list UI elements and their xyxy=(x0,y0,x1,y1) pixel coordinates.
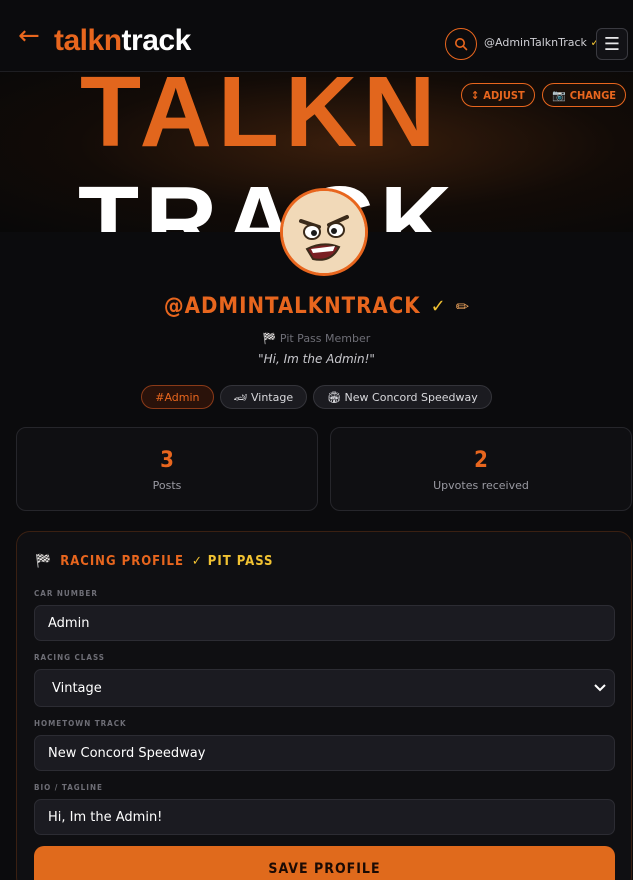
brand-part-2: track xyxy=(121,24,192,57)
stat-label: Posts xyxy=(152,479,182,492)
avatar[interactable] xyxy=(280,188,368,276)
brand-part-1: talkn xyxy=(54,24,122,57)
profile-tags: #Admin 🏎 Vintage 🏟 New Concord Speedway xyxy=(0,385,633,409)
username: @AdminTalknTrack xyxy=(484,36,587,49)
racing-class-select[interactable]: Vintage xyxy=(34,669,615,707)
racing-class-label: RACING CLASS xyxy=(34,653,105,662)
stat-posts: 3 Posts xyxy=(16,427,318,511)
checkered-flag-icon: 🏁 xyxy=(35,554,53,569)
profile-handle-row: @ADMINTALKNTRACK ✓ ✏ xyxy=(0,294,633,319)
hometown-track-input[interactable]: New Concord Speedway xyxy=(34,735,615,771)
camera-icon: 📷 xyxy=(552,88,566,102)
change-banner-button[interactable]: 📷 CHANGE xyxy=(542,83,627,107)
bio-value: Hi, Im the Admin! xyxy=(48,809,163,825)
profile-handle: @ADMINTALKNTRACK xyxy=(163,294,421,319)
bio-input[interactable]: Hi, Im the Admin! xyxy=(34,799,615,835)
tag-admin[interactable]: #Admin xyxy=(141,385,214,409)
menu-button[interactable]: ☰ xyxy=(596,28,628,60)
stat-value: 2 xyxy=(474,448,488,473)
hometown-track-label: HOMETOWN TRACK xyxy=(34,719,127,728)
racing-class-value: Vintage xyxy=(52,680,102,696)
avatar-face-icon xyxy=(283,191,365,273)
back-arrow-icon[interactable]: ← xyxy=(18,23,40,49)
stat-label: Upvotes received xyxy=(433,479,529,492)
member-status: 🏁 Pit Pass Member xyxy=(0,332,633,345)
racing-profile-title: 🏁 RACING PROFILE ✓ PIT PASS xyxy=(35,554,273,569)
car-number-input[interactable]: Admin xyxy=(34,605,615,641)
banner-text-bottom: TRACK xyxy=(78,166,458,232)
stat-upvotes: 2 Upvotes received xyxy=(330,427,632,511)
user-chip[interactable]: @AdminTalknTrack ✓ xyxy=(484,36,600,49)
save-profile-button[interactable]: SAVE PROFILE xyxy=(34,846,615,880)
pit-pass-badge: ✓ PIT PASS xyxy=(191,554,274,569)
adjust-icon: ↕ xyxy=(471,88,480,102)
verified-icon: ✓ xyxy=(430,296,446,317)
car-number-value: Admin xyxy=(48,615,90,631)
tag-vintage[interactable]: 🏎 Vintage xyxy=(219,385,308,409)
hamburger-icon: ☰ xyxy=(603,33,621,55)
hometown-track-value: New Concord Speedway xyxy=(48,745,206,761)
tag-track[interactable]: 🏟 New Concord Speedway xyxy=(313,385,492,409)
search-icon xyxy=(455,38,468,51)
member-status-text: Pit Pass Member xyxy=(279,332,371,345)
racing-profile-heading: RACING PROFILE xyxy=(60,554,184,569)
chevron-down-icon xyxy=(594,684,606,692)
adjust-label: ADJUST xyxy=(483,88,525,102)
banner-text-top: TALKN xyxy=(80,72,442,168)
top-bar: ← talkntrack @AdminTalknTrack ✓ ☰ xyxy=(0,0,633,72)
adjust-banner-button[interactable]: ↕ ADJUST xyxy=(461,83,535,107)
search-button[interactable] xyxy=(445,28,477,60)
car-number-label: CAR NUMBER xyxy=(34,589,98,598)
stat-value: 3 xyxy=(160,448,174,473)
profile-tagline: "Hi, Im the Admin!" xyxy=(258,352,375,366)
change-label: CHANGE xyxy=(569,88,617,102)
brand-logo[interactable]: talkntrack xyxy=(54,24,191,58)
pencil-icon[interactable]: ✏ xyxy=(456,297,469,316)
racing-profile-card: 🏁 RACING PROFILE ✓ PIT PASS CAR NUMBER A… xyxy=(16,531,632,880)
bio-label: BIO / TAGLINE xyxy=(34,783,103,792)
checkered-flag-icon: 🏁 xyxy=(262,332,277,345)
